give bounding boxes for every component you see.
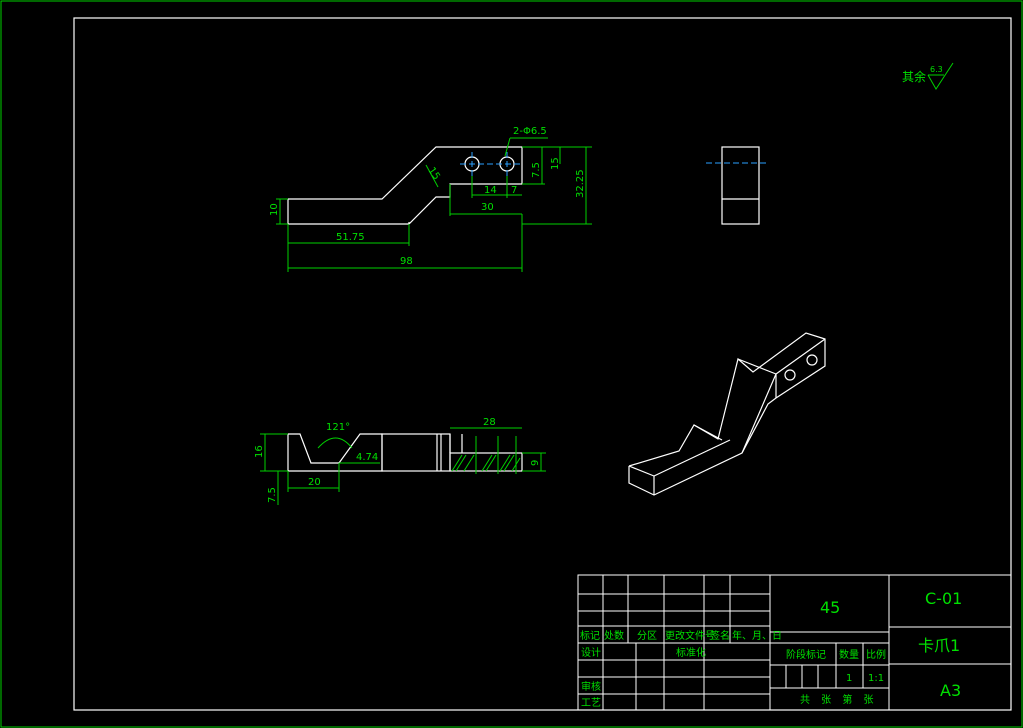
dim-14: 14: [484, 185, 497, 196]
dim-4-74: 4.74: [356, 452, 378, 463]
header-sign: 签名: [710, 629, 730, 642]
header-mark: 标记: [580, 630, 600, 642]
outer-frame: [0, 0, 1023, 728]
roughness-label: 其余: [902, 69, 926, 84]
sheet-size: A3: [940, 681, 961, 700]
side-view: [706, 146, 768, 225]
dim-7: 7: [511, 185, 517, 196]
dim-10: 10: [269, 203, 280, 216]
label-process: 工艺: [581, 697, 601, 709]
dim-15: 15: [550, 157, 561, 170]
dim-20: 20: [308, 477, 321, 488]
dim-16: 16: [254, 445, 265, 458]
section-view: 28 9: [449, 417, 546, 474]
inner-border: [73, 17, 1012, 711]
hole-callout: 2-Φ6.5: [513, 126, 547, 137]
roughness-symbol: 其余 6.3: [902, 62, 954, 90]
header-count: 处数: [604, 629, 624, 642]
part-name: 卡爪1: [918, 636, 960, 655]
header-date: 年、月、日: [732, 629, 782, 642]
label-design: 设计: [581, 646, 601, 659]
dim-9: 9: [530, 460, 541, 466]
dim-28: 28: [483, 417, 496, 428]
header-zone: 分区: [637, 630, 657, 642]
label-check: 审核: [581, 680, 601, 693]
dim-32-25: 32.25: [575, 169, 586, 198]
dim-51-75: 51.75: [336, 232, 365, 243]
label-stage: 阶段标记: [786, 648, 826, 661]
isometric-view: [628, 332, 826, 496]
dim-98: 98: [400, 256, 413, 267]
label-standardize: 标准化: [676, 646, 706, 659]
quantity-value: 1: [846, 673, 852, 684]
cad-drawing: 其余 6.3 2-Φ6.5 15 7.5 32.25 14 7 30 15 10…: [0, 0, 1023, 728]
sheets-text: 共 张 第 张: [800, 693, 878, 706]
dim-7-5-bottom: 7.5: [267, 487, 278, 503]
roughness-value: 6.3: [930, 65, 943, 74]
bottom-view: 121° 4.74 16 20 7.5: [254, 422, 451, 505]
title-block: 45 C-01 卡爪1 A3 标记 处数 分区 更改文件号 签名 年、月、日 设…: [577, 574, 1012, 711]
header-change-doc: 更改文件号: [665, 629, 715, 642]
material: 45: [820, 598, 840, 617]
front-view: 2-Φ6.5 15 7.5 32.25 14 7 30 15 10 51.75: [269, 126, 592, 272]
dim-7-5: 7.5: [531, 162, 542, 178]
drawing-number: C-01: [925, 589, 962, 608]
dim-30: 30: [481, 202, 494, 213]
label-scale: 比例: [866, 648, 886, 661]
dim-angle: 121°: [326, 422, 350, 433]
label-quantity: 数量: [839, 648, 859, 661]
scale-value: 1:1: [868, 673, 884, 684]
